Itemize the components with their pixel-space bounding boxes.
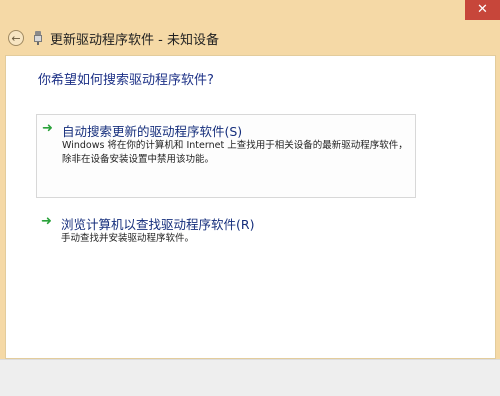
close-icon: ✕ (477, 2, 488, 17)
browse-computer-title: 浏览计算机以查找驱动程序软件(R) (61, 217, 255, 232)
content-panel: 你希望如何搜索驱动程序软件? ➜ 自动搜索更新的驱动程序软件(S) Window… (5, 55, 496, 359)
auto-search-option[interactable]: ➜ 自动搜索更新的驱动程序软件(S) Windows 将在你的计算机和 Inte… (36, 114, 416, 198)
auto-search-description: Windows 将在你的计算机和 Internet 上查找用于相关设备的最新驱动… (62, 140, 408, 165)
browse-computer-description: 手动查找并安装驱动程序软件。 (61, 233, 195, 244)
browse-computer-option[interactable]: ➜ 浏览计算机以查找驱动程序软件(R) 手动查找并安装驱动程序软件。 (36, 208, 416, 248)
back-arrow-icon: ← (11, 32, 21, 45)
footer-bar (0, 359, 500, 396)
close-button[interactable]: ✕ (465, 0, 500, 20)
search-question-heading: 你希望如何搜索驱动程序软件? (38, 73, 214, 88)
auto-search-title: 自动搜索更新的驱动程序软件(S) (62, 124, 243, 139)
window-title: 更新驱动程序软件 - 未知设备 (50, 33, 219, 48)
green-arrow-icon: ➜ (41, 214, 52, 229)
title-bar: ← 更新驱动程序软件 - 未知设备 (0, 22, 500, 54)
device-icon (34, 31, 42, 45)
back-button[interactable]: ← (8, 30, 24, 46)
update-driver-window: ✕ ← 更新驱动程序软件 - 未知设备 你希望如何搜索驱动程序软件? ➜ 自动搜… (0, 0, 500, 396)
green-arrow-icon: ➜ (42, 121, 53, 136)
